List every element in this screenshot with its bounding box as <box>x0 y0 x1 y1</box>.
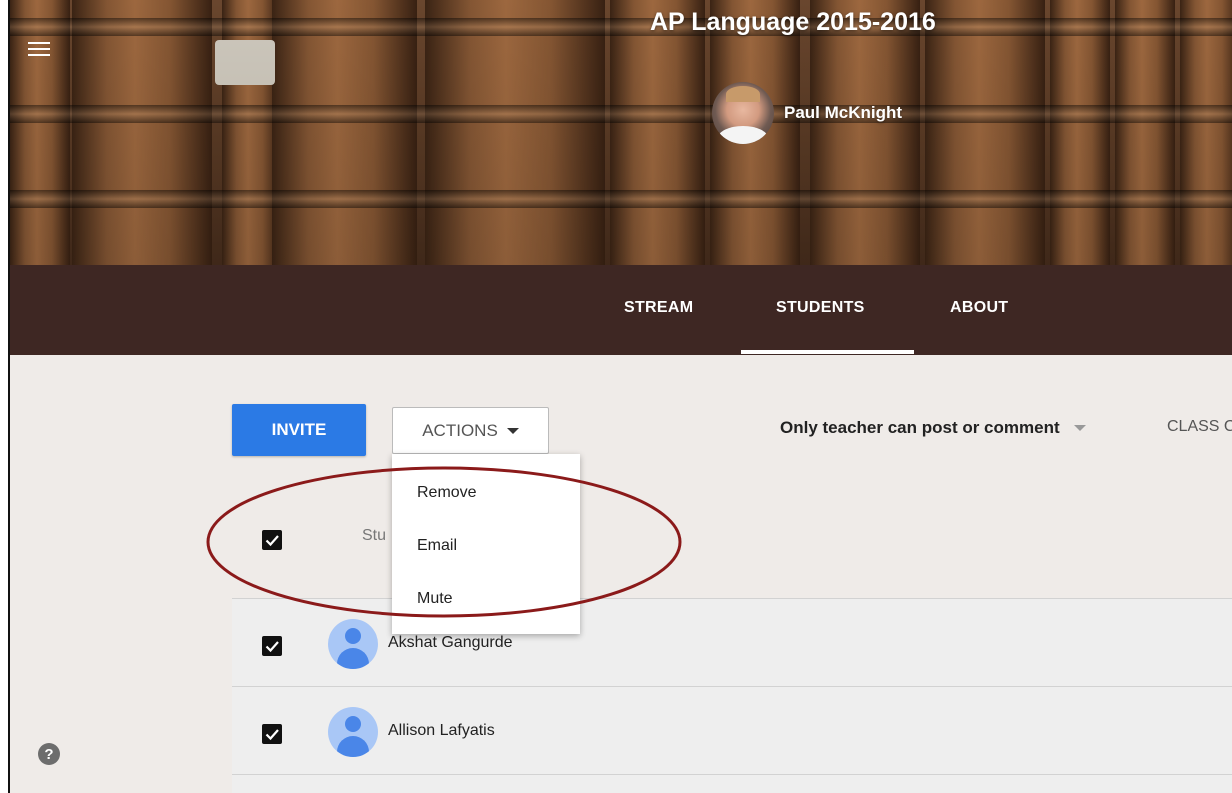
actions-dropdown-button[interactable]: ACTIONS <box>392 407 549 454</box>
actions-menu: Remove Email Mute <box>392 454 580 634</box>
hamburger-menu-icon[interactable] <box>28 42 50 58</box>
classroom-page: AP Language 2015-2016 Paul McKnight STRE… <box>8 0 1232 793</box>
teacher-name: Paul McKnight <box>784 103 903 122</box>
person-avatar-icon <box>328 707 378 757</box>
actions-button-label: ACTIONS <box>422 420 498 440</box>
student-checkbox[interactable] <box>262 636 282 656</box>
help-icon[interactable]: ? <box>38 743 60 765</box>
select-all-checkbox[interactable] <box>262 530 282 550</box>
menu-item-remove[interactable]: Remove <box>417 484 477 502</box>
invite-button[interactable]: INVITE <box>232 404 366 456</box>
students-column-header: Stu <box>362 527 387 544</box>
student-row[interactable]: Akshat Gangurde <box>232 599 1232 687</box>
caret-down-icon <box>506 427 519 434</box>
student-checkbox[interactable] <box>262 724 282 744</box>
student-row[interactable]: Allison Lafyatis <box>232 687 1232 775</box>
class-code-label[interactable]: CLASS C <box>1167 418 1232 436</box>
student-name[interactable]: Akshat Gangurde <box>388 634 513 652</box>
caret-down-icon <box>1073 425 1086 431</box>
menu-item-email[interactable]: Email <box>417 537 457 555</box>
checkmark-icon <box>265 729 279 741</box>
class-title: AP Language 2015-2016 <box>650 8 936 36</box>
checkmark-icon <box>265 535 279 547</box>
teacher-avatar <box>712 82 774 144</box>
tab-about[interactable]: ABOUT <box>950 299 1008 317</box>
student-name[interactable]: Allison Lafyatis <box>388 722 495 740</box>
tab-stream[interactable]: STREAM <box>624 299 693 317</box>
student-list: Akshat Gangurde Allison Lafyatis <box>232 598 1232 793</box>
tab-bar: STREAM STUDENTS ABOUT <box>10 265 1232 355</box>
post-permission-label: Only teacher can post or comment <box>780 418 1060 437</box>
checkmark-icon <box>265 641 279 653</box>
post-permission-select[interactable]: Only teacher can post or comment <box>780 418 1086 438</box>
tab-students[interactable]: STUDENTS <box>776 299 865 317</box>
person-avatar-icon <box>328 619 378 669</box>
active-tab-indicator <box>741 350 914 354</box>
menu-item-mute[interactable]: Mute <box>417 590 453 608</box>
class-banner: AP Language 2015-2016 Paul McKnight <box>10 0 1232 265</box>
teacher-info: Paul McKnight <box>712 82 902 144</box>
